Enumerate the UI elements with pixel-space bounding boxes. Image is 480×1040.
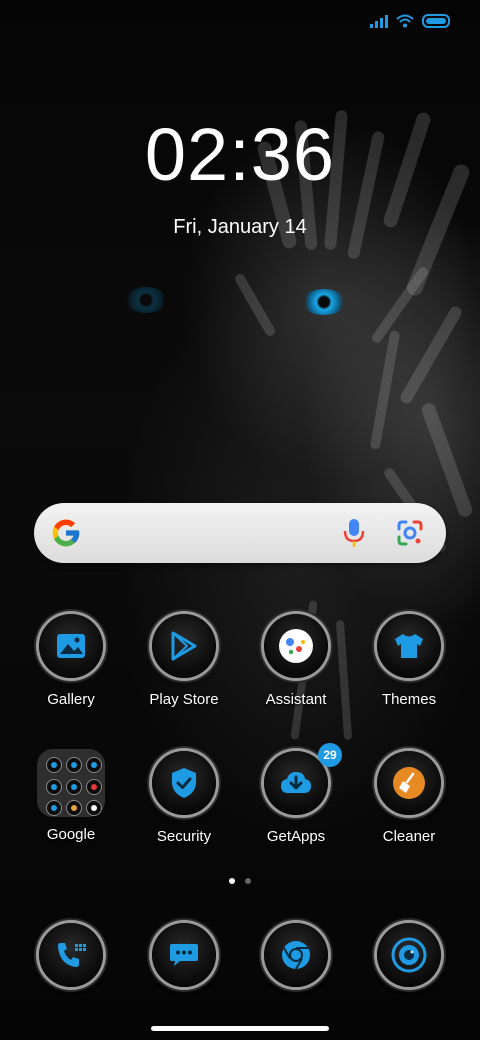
folder-icon xyxy=(37,749,105,817)
app-label: Gallery xyxy=(47,691,95,708)
phone-icon xyxy=(58,943,86,967)
dock-camera[interactable] xyxy=(359,923,459,987)
wifi-icon xyxy=(396,14,414,28)
app-label: Google xyxy=(46,826,96,843)
tiger-eye xyxy=(124,287,168,313)
home-gesture-bar[interactable] xyxy=(151,1026,329,1031)
cloud-download-icon xyxy=(281,772,311,793)
status-bar xyxy=(370,14,450,28)
assistant-icon xyxy=(279,629,313,663)
app-gallery[interactable]: Gallery xyxy=(21,614,121,708)
app-label: Security xyxy=(156,828,212,845)
themes-tshirt-icon xyxy=(395,634,423,658)
app-google-folder[interactable]: Google xyxy=(21,749,121,843)
microphone-icon[interactable] xyxy=(342,517,366,549)
clock-date[interactable]: Fri, January 14 xyxy=(0,216,480,239)
battery-icon xyxy=(422,14,450,28)
app-label: Cleaner xyxy=(382,828,436,845)
app-label: GetApps xyxy=(266,828,326,845)
signal-icon xyxy=(370,14,388,28)
google-lens-icon[interactable] xyxy=(396,519,424,547)
notification-badge: 29 xyxy=(318,743,342,767)
gallery-icon xyxy=(57,634,85,658)
google-search-bar[interactable] xyxy=(34,503,446,563)
app-themes[interactable]: Themes xyxy=(359,614,459,708)
google-g-icon xyxy=(52,519,80,547)
app-assistant[interactable]: Assistant xyxy=(246,614,346,708)
dock-messages[interactable] xyxy=(134,923,234,987)
app-getapps[interactable]: 29 GetApps xyxy=(246,743,346,845)
dock-phone[interactable] xyxy=(21,923,121,987)
messages-icon xyxy=(170,944,198,966)
app-security[interactable]: Security xyxy=(134,751,234,845)
shield-check-icon xyxy=(172,768,196,798)
app-label: Play Store xyxy=(149,691,219,708)
tiger-eye xyxy=(302,289,346,315)
dock-chrome[interactable] xyxy=(246,923,346,987)
page-dot[interactable] xyxy=(245,878,251,884)
page-indicator[interactable] xyxy=(0,878,480,884)
chrome-icon xyxy=(282,941,310,970)
app-cleaner[interactable]: Cleaner xyxy=(359,751,459,845)
play-store-icon xyxy=(171,631,197,661)
camera-icon xyxy=(391,937,427,973)
broom-icon xyxy=(393,767,425,799)
app-label: Themes xyxy=(381,691,437,708)
page-dot-active[interactable] xyxy=(229,878,235,884)
clock-time[interactable]: 02:36 xyxy=(0,112,480,197)
app-play-store[interactable]: Play Store xyxy=(134,614,234,708)
app-label: Assistant xyxy=(265,691,327,708)
